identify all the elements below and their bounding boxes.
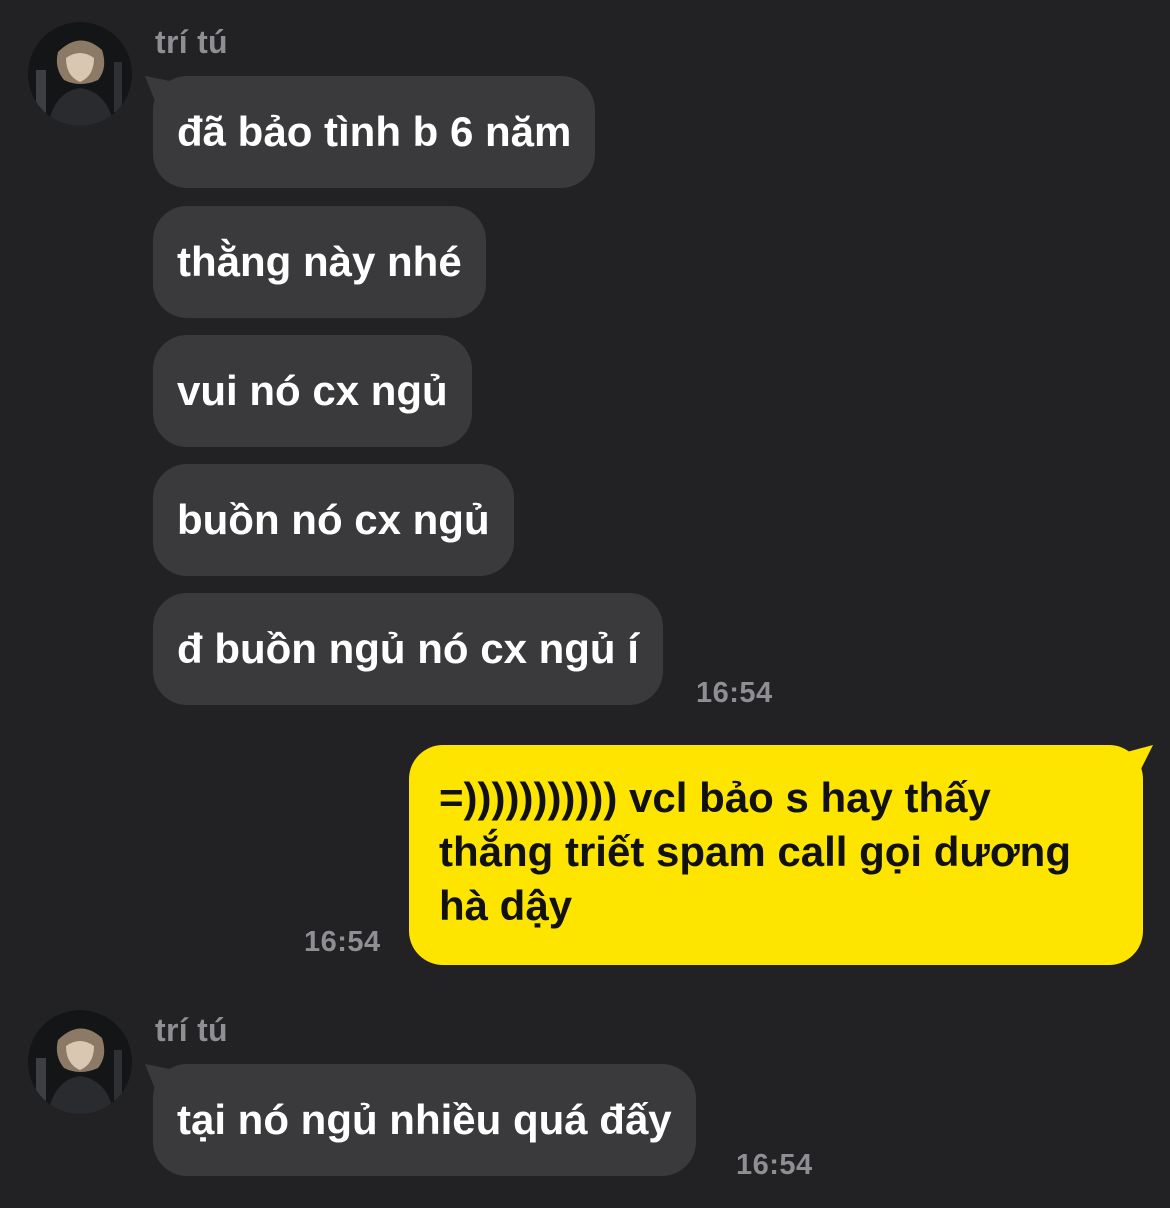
- message-timestamp: 16:54: [696, 677, 773, 709]
- avatar-photo-icon: [28, 1010, 132, 1114]
- incoming-message[interactable]: buồn nó cx ngủ: [153, 464, 514, 576]
- sender-name: trí tú: [155, 1012, 228, 1048]
- incoming-message[interactable]: đã bảo tình b 6 năm: [153, 76, 596, 188]
- message-timestamp: 16:54: [304, 926, 381, 958]
- incoming-message[interactable]: vui nó cx ngủ: [153, 335, 472, 447]
- incoming-message[interactable]: thằng này nhé: [153, 206, 486, 318]
- sender-avatar[interactable]: [28, 22, 132, 126]
- outgoing-message[interactable]: =))))))))))) vcl bảo s hay thấy thắng tr…: [409, 745, 1143, 965]
- sender-name: trí tú: [155, 24, 228, 60]
- incoming-message[interactable]: đ buồn ngủ nó cx ngủ í: [153, 593, 663, 705]
- sender-avatar[interactable]: [28, 1010, 132, 1114]
- incoming-message[interactable]: tại nó ngủ nhiều quá đấy: [153, 1064, 696, 1176]
- message-timestamp: 16:54: [736, 1149, 813, 1181]
- avatar-photo-icon: [28, 22, 132, 126]
